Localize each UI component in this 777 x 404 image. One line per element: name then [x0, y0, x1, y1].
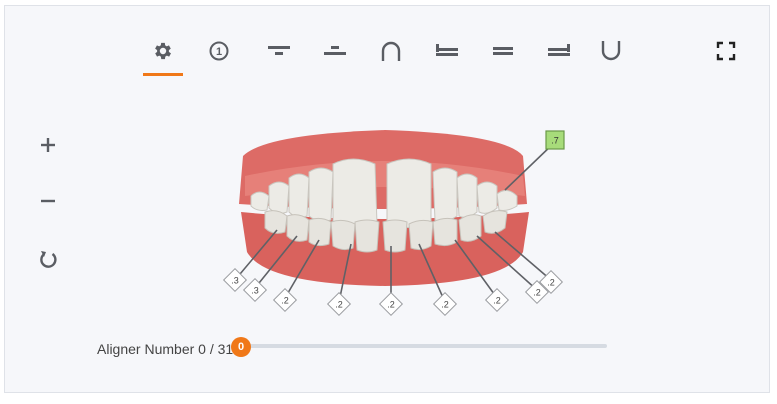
lower-view-icon	[324, 46, 346, 55]
teeth-model[interactable]: .7 .3 .3 .2 .2 .2 .2 .2 .2 .2	[205, 116, 565, 326]
right-view-icon	[548, 44, 570, 56]
fullscreen-button[interactable]	[704, 33, 748, 69]
step-button[interactable]: 1	[197, 33, 241, 69]
lower-label-text: .3	[231, 276, 239, 286]
fullscreen-icon	[716, 41, 736, 61]
upper-view-button[interactable]	[257, 33, 301, 69]
reset-view-button[interactable]	[33, 244, 63, 274]
settings-button[interactable]	[141, 33, 185, 76]
rotate-icon	[40, 251, 57, 268]
lower-arch-button[interactable]	[589, 33, 633, 69]
lower-label-text: .2	[335, 300, 343, 310]
lower-arch-icon	[601, 41, 621, 61]
zoom-out-button[interactable]	[33, 186, 63, 216]
step-number: 1	[216, 46, 222, 58]
lower-view-button[interactable]	[313, 33, 357, 69]
upper-label-text: .7	[551, 136, 559, 146]
aligner-number-label: Aligner Number 0 / 31	[97, 341, 234, 357]
lower-label-text: .2	[493, 296, 501, 306]
right-view-button[interactable]	[537, 33, 581, 69]
upper-arch-icon	[381, 41, 401, 61]
gear-icon	[155, 42, 171, 60]
lower-label-text: .2	[441, 300, 449, 310]
left-view-icon	[436, 44, 458, 56]
minus-icon	[41, 199, 55, 203]
lower-label-text: .2	[533, 288, 541, 298]
view-toolbar: 1	[5, 6, 769, 86]
plus-icon	[41, 138, 55, 152]
aligner-slider-thumb[interactable]: 0	[231, 337, 251, 357]
upper-view-icon	[268, 46, 290, 55]
upper-arch-button[interactable]	[369, 33, 413, 69]
lower-label-text: .2	[281, 296, 289, 306]
front-view-button[interactable]	[481, 33, 525, 69]
left-view-button[interactable]	[425, 33, 469, 69]
lower-label-text: .2	[547, 278, 555, 288]
lower-label-text: .2	[387, 300, 395, 310]
zoom-in-button[interactable]	[33, 130, 63, 160]
lower-label-text: .3	[251, 286, 259, 296]
front-view-icon	[493, 47, 513, 55]
upper-tooth-label: .7	[545, 130, 565, 150]
aligner-slider-track[interactable]	[245, 344, 607, 348]
3d-viewer[interactable]: 1 .7 .3 .3 .2 .2 .2 .2 .2 .2 .2 Aligner …	[4, 5, 770, 393]
circle-one-icon: 1	[209, 41, 229, 61]
